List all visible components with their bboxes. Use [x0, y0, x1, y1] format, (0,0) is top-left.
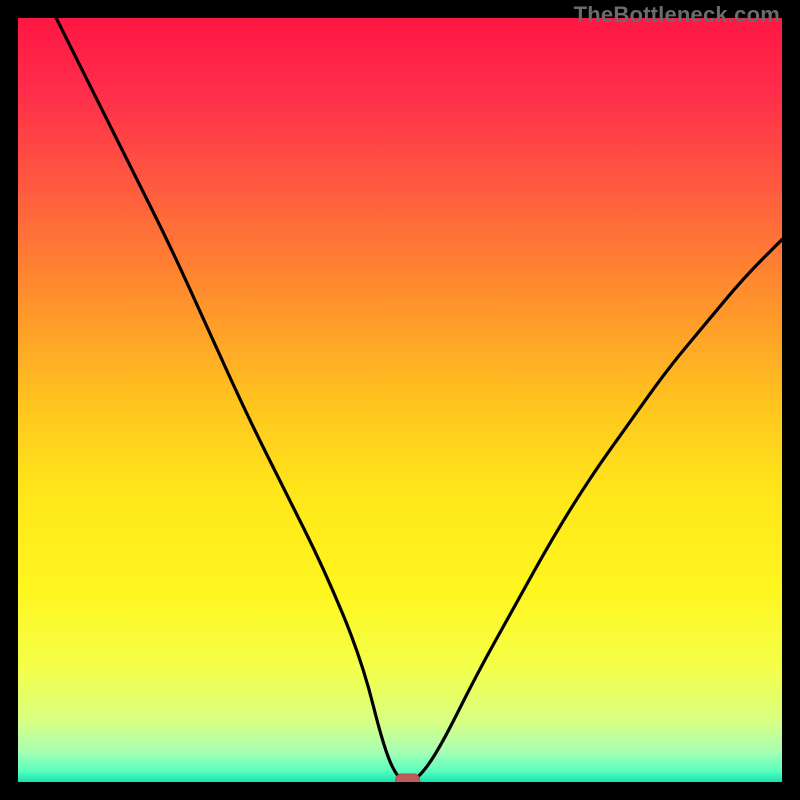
- watermark-text: TheBottleneck.com: [574, 2, 780, 28]
- plot-area: [18, 18, 782, 782]
- gradient-background: [18, 18, 782, 782]
- chart-frame: TheBottleneck.com: [0, 0, 800, 800]
- bottleneck-marker: [396, 774, 420, 782]
- bottleneck-chart: [18, 18, 782, 782]
